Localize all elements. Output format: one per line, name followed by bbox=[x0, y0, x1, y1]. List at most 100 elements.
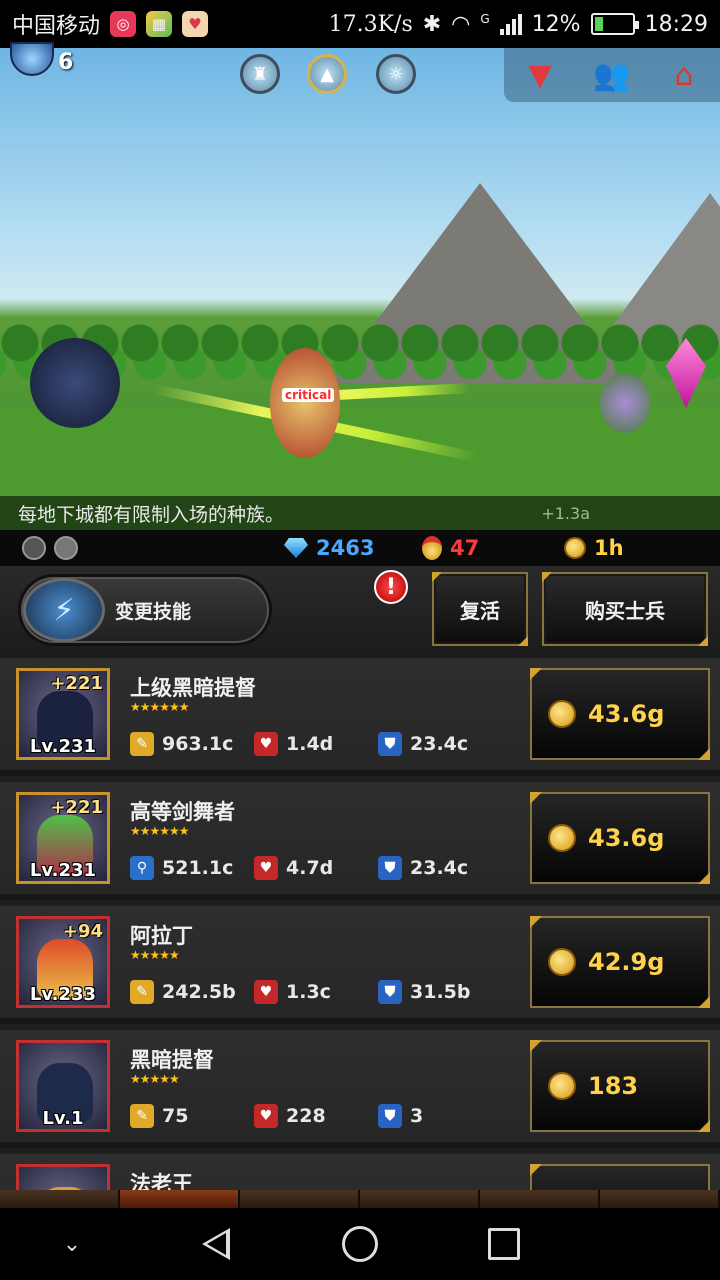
unit-attack: 521.1c bbox=[162, 857, 234, 879]
unit-defense: 31.5b bbox=[410, 981, 471, 1003]
mailbox-icon[interactable]: ⌂ bbox=[664, 55, 704, 95]
unit-level: Lv.1 bbox=[42, 1108, 84, 1129]
back-button[interactable] bbox=[186, 1214, 246, 1274]
unit-level: Lv.233 bbox=[29, 984, 97, 1005]
unit-bonus: +94 bbox=[62, 921, 103, 942]
android-nav-bar: ⌄ bbox=[0, 1208, 720, 1280]
tower-mode-icon[interactable]: ♜ bbox=[240, 54, 280, 94]
upgrade-button[interactable]: 183 bbox=[530, 1040, 710, 1132]
player-orb-icon bbox=[10, 42, 54, 76]
recents-square-icon bbox=[488, 1228, 520, 1260]
tab-shop[interactable] bbox=[600, 1190, 720, 1208]
signal-icon bbox=[499, 13, 522, 35]
chevron-down-icon[interactable]: ⌄ bbox=[42, 1214, 102, 1274]
tab-items[interactable] bbox=[240, 1190, 360, 1208]
upgrade-button[interactable]: 43.6g bbox=[530, 792, 710, 884]
clock: 18:29 bbox=[644, 11, 708, 37]
recents-button[interactable] bbox=[474, 1214, 534, 1274]
battle-scene[interactable]: critical bbox=[0, 48, 720, 530]
gold-coin-icon bbox=[548, 700, 576, 728]
lightning-tower-icon: ⚡ bbox=[23, 578, 105, 642]
resource-bar: 2463 47 1h bbox=[0, 530, 720, 566]
sword-icon: ✎ bbox=[130, 732, 154, 756]
medal-counter: 47 bbox=[422, 536, 479, 560]
tab-soldiers[interactable] bbox=[120, 1190, 240, 1208]
magnifier-icon: ⚲ bbox=[130, 856, 154, 880]
shield-icon: ⛊ bbox=[378, 1104, 402, 1128]
battery-percent: 12% bbox=[531, 11, 581, 37]
unit-hp: 1.3c bbox=[286, 981, 331, 1003]
unit-hp: 1.4d bbox=[286, 733, 334, 755]
unit-avatar[interactable]: +221 Lv.231 bbox=[16, 792, 110, 884]
top-right-panel: ▼ 👥 ⌂ bbox=[504, 48, 720, 102]
unit-list[interactable]: +221 Lv.231 上级黑暗提督 ★★★★★★ ✎ 963.1c ♥ 1.4d … bbox=[0, 658, 720, 1190]
upgrade-button[interactable]: 42.9g bbox=[530, 916, 710, 1008]
heart-icon: ♥ bbox=[254, 980, 278, 1004]
unit-bonus: +221 bbox=[50, 673, 103, 694]
battery-icon bbox=[590, 13, 639, 35]
app-notification-icon: ▦ bbox=[146, 11, 173, 37]
bluetooth-icon: ✱ bbox=[422, 11, 442, 37]
unit-avatar[interactable]: Lv.1 bbox=[16, 1040, 110, 1132]
heart-app-icon: ♥ bbox=[182, 11, 209, 37]
dropdown-triangle-icon[interactable]: ▼ bbox=[520, 55, 560, 95]
player-level-badge[interactable]: 6 bbox=[4, 42, 82, 78]
home-button[interactable] bbox=[330, 1214, 390, 1274]
change-skill-label: 变更技能 bbox=[115, 600, 192, 623]
gem-icon bbox=[284, 538, 308, 558]
gold-coin-icon bbox=[564, 537, 586, 559]
unit-level: Lv.231 bbox=[29, 860, 97, 881]
list-item: +94 Lv.233 阿拉丁 ★★★★★ ✎ 242.5b ♥ 1.3c ⛊ 31.5… bbox=[0, 906, 720, 1024]
netease-music-icon: ◎ bbox=[110, 11, 137, 37]
sword-icon: ✎ bbox=[130, 980, 154, 1004]
revive-button[interactable]: 复活 bbox=[432, 572, 528, 646]
unit-defense: 23.4c bbox=[410, 857, 469, 879]
unit-stars: ★★★★★★ bbox=[130, 824, 190, 838]
upgrade-price: 43.6g bbox=[588, 700, 665, 728]
tab-skills[interactable] bbox=[360, 1190, 480, 1208]
medal-count: 47 bbox=[450, 536, 480, 560]
unit-hp: 228 bbox=[286, 1105, 326, 1127]
list-item: Lv.1 黑暗提督 ★★★★★ ✎ 75 ♥ 228 ⛊ 3 183 bbox=[0, 1030, 720, 1148]
sword-icon: ✎ bbox=[130, 1104, 154, 1128]
home-circle-icon bbox=[342, 1226, 378, 1262]
player-level: 6 bbox=[58, 50, 74, 75]
status-bar: 中国移动 ◎ ▦ ♥ 17.3K/s ✱ ◠ G 12% 18:29 bbox=[0, 0, 720, 48]
mountain-mode-icon[interactable]: ▲ bbox=[307, 54, 347, 94]
medal-icon bbox=[422, 536, 442, 560]
unit-avatar[interactable]: +94 Lv.233 bbox=[16, 916, 110, 1008]
gem-count: 2463 bbox=[316, 536, 375, 560]
shield-icon: ⛊ bbox=[378, 856, 402, 880]
game-tab-bar bbox=[0, 1190, 720, 1208]
unit-defense: 3 bbox=[410, 1105, 424, 1127]
unit-avatar[interactable] bbox=[16, 1164, 110, 1190]
unit-bonus: +221 bbox=[50, 797, 103, 818]
spirit-mode-icon[interactable]: ☼ bbox=[376, 54, 416, 94]
buff-mask-icon[interactable] bbox=[54, 536, 78, 560]
upgrade-button[interactable] bbox=[530, 1164, 710, 1190]
enemy-unit bbox=[600, 373, 650, 433]
upgrade-button[interactable]: 43.6g bbox=[530, 668, 710, 760]
tab-heroes[interactable] bbox=[0, 1190, 120, 1208]
unit-name: 高等剑舞者 bbox=[130, 800, 235, 824]
income-rate: +1.3a bbox=[541, 503, 590, 523]
tab-dungeon[interactable] bbox=[480, 1190, 600, 1208]
shield-icon: ⛊ bbox=[378, 732, 402, 756]
shield-icon: ⛊ bbox=[378, 980, 402, 1004]
unit-level: Lv.231 bbox=[29, 736, 97, 757]
alert-icon[interactable]: ! bbox=[374, 570, 408, 604]
critical-text: critical bbox=[282, 388, 335, 402]
gold-coin-icon bbox=[548, 1072, 576, 1100]
buff-face-icon[interactable] bbox=[22, 536, 46, 560]
friends-icon[interactable]: 👥 bbox=[592, 55, 632, 95]
change-skill-button[interactable]: ⚡ 变更技能 bbox=[18, 574, 272, 646]
gold-coin-icon bbox=[548, 948, 576, 976]
time-boost-counter: 1h bbox=[564, 536, 624, 560]
unit-name: 黑暗提督 bbox=[130, 1048, 214, 1072]
unit-avatar[interactable]: +221 Lv.231 bbox=[16, 668, 110, 760]
dark-admiral-unit bbox=[30, 338, 120, 428]
time-boost: 1h bbox=[594, 536, 624, 560]
buy-soldier-button[interactable]: 购买士兵 bbox=[542, 572, 708, 646]
upgrade-price: 42.9g bbox=[588, 948, 665, 976]
carrier-label: 中国移动 bbox=[12, 14, 101, 39]
